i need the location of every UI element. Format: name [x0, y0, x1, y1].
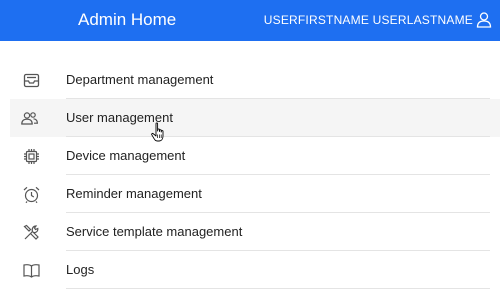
menu-item-user-management[interactable]: User management	[10, 99, 500, 137]
menu-item-label: Logs	[66, 262, 95, 277]
navigation-menu: Department management User management De…	[0, 61, 500, 289]
users-icon	[20, 109, 39, 128]
menu-item-label: Department management	[66, 72, 214, 87]
menu-item-department-management[interactable]: Department management	[0, 61, 500, 99]
tools-icon	[22, 223, 41, 242]
inbox-tray-icon	[22, 71, 41, 90]
menu-item-logs[interactable]: Logs	[0, 251, 500, 289]
user-icon[interactable]	[476, 11, 492, 28]
menu-item-label: Reminder management	[66, 186, 202, 201]
hand-pointer-cursor-icon	[151, 122, 167, 144]
menu-item-service-template-management[interactable]: Service template management	[0, 213, 500, 251]
chip-icon	[22, 147, 41, 166]
alarm-clock-icon	[22, 185, 41, 204]
top-app-bar: Admin Home USERFIRSTNAME USERLASTNAME	[0, 0, 500, 41]
menu-item-label: Device management	[66, 148, 186, 163]
divider	[66, 288, 490, 289]
menu-item-label: Service template management	[66, 224, 243, 239]
menu-item-device-management[interactable]: Device management	[0, 137, 500, 175]
app-title[interactable]: Admin Home	[78, 9, 176, 31]
menu-item-reminder-management[interactable]: Reminder management	[0, 175, 500, 213]
book-icon	[22, 261, 41, 280]
user-name[interactable]: USERFIRSTNAME USERLASTNAME	[264, 12, 473, 28]
